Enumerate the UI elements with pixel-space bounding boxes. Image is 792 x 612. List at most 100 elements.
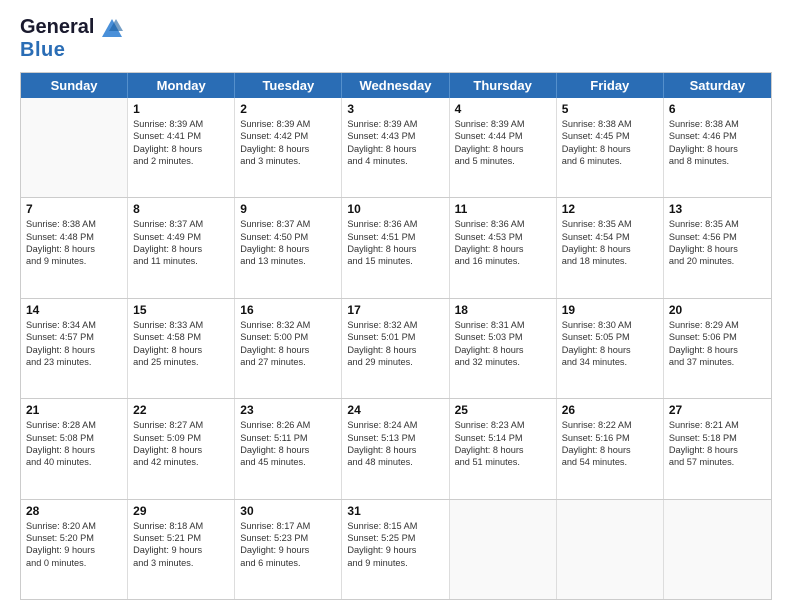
sunset-text: Sunset: 4:41 PM	[133, 130, 229, 142]
daylight-text: Daylight: 8 hours	[347, 444, 443, 456]
daylight-text: Daylight: 8 hours	[562, 243, 658, 255]
daylight-minutes-text: and 4 minutes.	[347, 155, 443, 167]
daylight-text: Daylight: 8 hours	[669, 243, 766, 255]
day-number: 23	[240, 403, 336, 417]
day-header-sunday: Sunday	[21, 73, 128, 98]
daylight-minutes-text: and 25 minutes.	[133, 356, 229, 368]
daylight-minutes-text: and 8 minutes.	[669, 155, 766, 167]
calendar-empty-cell	[21, 98, 128, 197]
calendar-empty-cell	[664, 500, 771, 599]
daylight-minutes-text: and 42 minutes.	[133, 456, 229, 468]
day-number: 27	[669, 403, 766, 417]
daylight-minutes-text: and 40 minutes.	[26, 456, 122, 468]
daylight-text: Daylight: 8 hours	[347, 243, 443, 255]
sunrise-text: Sunrise: 8:17 AM	[240, 520, 336, 532]
calendar-day-18: 18Sunrise: 8:31 AMSunset: 5:03 PMDayligh…	[450, 299, 557, 398]
calendar-day-17: 17Sunrise: 8:32 AMSunset: 5:01 PMDayligh…	[342, 299, 449, 398]
calendar-day-28: 28Sunrise: 8:20 AMSunset: 5:20 PMDayligh…	[21, 500, 128, 599]
calendar-day-24: 24 Sunrise: 8:24 AMSunset: 5:13 PMDayligh…	[342, 399, 449, 498]
sunrise-text: Sunrise: 8:30 AM	[562, 319, 658, 331]
sunset-text: Sunset: 4:51 PM	[347, 231, 443, 243]
daylight-text: Daylight: 8 hours	[669, 444, 766, 456]
sunset-text: Sunset: 4:44 PM	[455, 130, 551, 142]
day-number: 2	[240, 102, 336, 116]
daylight-text: Daylight: 8 hours	[26, 344, 122, 356]
sunrise-text: Sunrise: 8:24 AM	[347, 419, 443, 431]
calendar-day-11: 11Sunrise: 8:36 AMSunset: 4:53 PMDayligh…	[450, 198, 557, 297]
day-header-wednesday: Wednesday	[342, 73, 449, 98]
day-number: 20	[669, 303, 766, 317]
calendar-week-2: 7Sunrise: 8:38 AMSunset: 4:48 PMDaylight…	[21, 198, 771, 298]
calendar-week-4: 21Sunrise: 8:28 AMSunset: 5:08 PMDayligh…	[21, 399, 771, 499]
daylight-minutes-text: and 9 minutes.	[26, 255, 122, 267]
day-number: 24	[347, 403, 443, 417]
day-number: 15	[133, 303, 229, 317]
sunrise-text: Sunrise: 8:18 AM	[133, 520, 229, 532]
sunset-text: Sunset: 5:11 PM	[240, 432, 336, 444]
sunrise-text: Sunrise: 8:35 AM	[669, 218, 766, 230]
day-header-friday: Friday	[557, 73, 664, 98]
daylight-text: Daylight: 8 hours	[562, 143, 658, 155]
calendar-day-31: 31Sunrise: 8:15 AMSunset: 5:25 PMDayligh…	[342, 500, 449, 599]
sunset-text: Sunset: 4:42 PM	[240, 130, 336, 142]
day-number: 28	[26, 504, 122, 518]
sunrise-text: Sunrise: 8:38 AM	[26, 218, 122, 230]
daylight-text: Daylight: 8 hours	[347, 344, 443, 356]
sunrise-text: Sunrise: 8:29 AM	[669, 319, 766, 331]
daylight-text: Daylight: 9 hours	[240, 544, 336, 556]
sunset-text: Sunset: 5:08 PM	[26, 432, 122, 444]
calendar-day-2: 2Sunrise: 8:39 AMSunset: 4:42 PMDaylight…	[235, 98, 342, 197]
daylight-minutes-text: and 37 minutes.	[669, 356, 766, 368]
sunset-text: Sunset: 5:00 PM	[240, 331, 336, 343]
daylight-text: Daylight: 8 hours	[240, 444, 336, 456]
sunset-text: Sunset: 5:14 PM	[455, 432, 551, 444]
daylight-minutes-text: and 54 minutes.	[562, 456, 658, 468]
daylight-minutes-text: and 3 minutes.	[133, 557, 229, 569]
daylight-text: Daylight: 9 hours	[26, 544, 122, 556]
daylight-minutes-text: and 16 minutes.	[455, 255, 551, 267]
sunset-text: Sunset: 5:23 PM	[240, 532, 336, 544]
sunrise-text: Sunrise: 8:21 AM	[669, 419, 766, 431]
sunset-text: Sunset: 5:13 PM	[347, 432, 443, 444]
calendar-day-25: 25Sunrise: 8:23 AMSunset: 5:14 PMDayligh…	[450, 399, 557, 498]
calendar-day-21: 21Sunrise: 8:28 AMSunset: 5:08 PMDayligh…	[21, 399, 128, 498]
calendar-day-5: 5Sunrise: 8:38 AMSunset: 4:45 PMDaylight…	[557, 98, 664, 197]
logo-container: General Blue	[20, 16, 123, 62]
daylight-text: Daylight: 8 hours	[669, 143, 766, 155]
day-number: 6	[669, 102, 766, 116]
daylight-minutes-text: and 11 minutes.	[133, 255, 229, 267]
sunrise-text: Sunrise: 8:39 AM	[133, 118, 229, 130]
logo-general: General	[20, 16, 94, 38]
daylight-text: Daylight: 8 hours	[240, 243, 336, 255]
sunset-text: Sunset: 4:50 PM	[240, 231, 336, 243]
sunrise-text: Sunrise: 8:34 AM	[26, 319, 122, 331]
sunset-text: Sunset: 4:46 PM	[669, 130, 766, 142]
sunrise-text: Sunrise: 8:22 AM	[562, 419, 658, 431]
daylight-minutes-text: and 29 minutes.	[347, 356, 443, 368]
day-header-thursday: Thursday	[450, 73, 557, 98]
sunrise-text: Sunrise: 8:36 AM	[347, 218, 443, 230]
sunset-text: Sunset: 5:01 PM	[347, 331, 443, 343]
calendar: SundayMondayTuesdayWednesdayThursdayFrid…	[20, 72, 772, 600]
daylight-minutes-text: and 18 minutes.	[562, 255, 658, 267]
daylight-minutes-text: and 6 minutes.	[562, 155, 658, 167]
day-number: 19	[562, 303, 658, 317]
daylight-minutes-text: and 5 minutes.	[455, 155, 551, 167]
day-number: 29	[133, 504, 229, 518]
day-number: 16	[240, 303, 336, 317]
daylight-minutes-text: and 57 minutes.	[669, 456, 766, 468]
day-number: 30	[240, 504, 336, 518]
sunset-text: Sunset: 4:53 PM	[455, 231, 551, 243]
daylight-minutes-text: and 34 minutes.	[562, 356, 658, 368]
sunset-text: Sunset: 5:06 PM	[669, 331, 766, 343]
sunrise-text: Sunrise: 8:39 AM	[455, 118, 551, 130]
calendar-empty-cell	[557, 500, 664, 599]
day-number: 31	[347, 504, 443, 518]
sunset-text: Sunset: 5:16 PM	[562, 432, 658, 444]
calendar-empty-cell	[450, 500, 557, 599]
daylight-text: Daylight: 8 hours	[240, 344, 336, 356]
daylight-text: Daylight: 8 hours	[133, 243, 229, 255]
daylight-text: Daylight: 8 hours	[455, 444, 551, 456]
day-header-monday: Monday	[128, 73, 235, 98]
sunrise-text: Sunrise: 8:20 AM	[26, 520, 122, 532]
